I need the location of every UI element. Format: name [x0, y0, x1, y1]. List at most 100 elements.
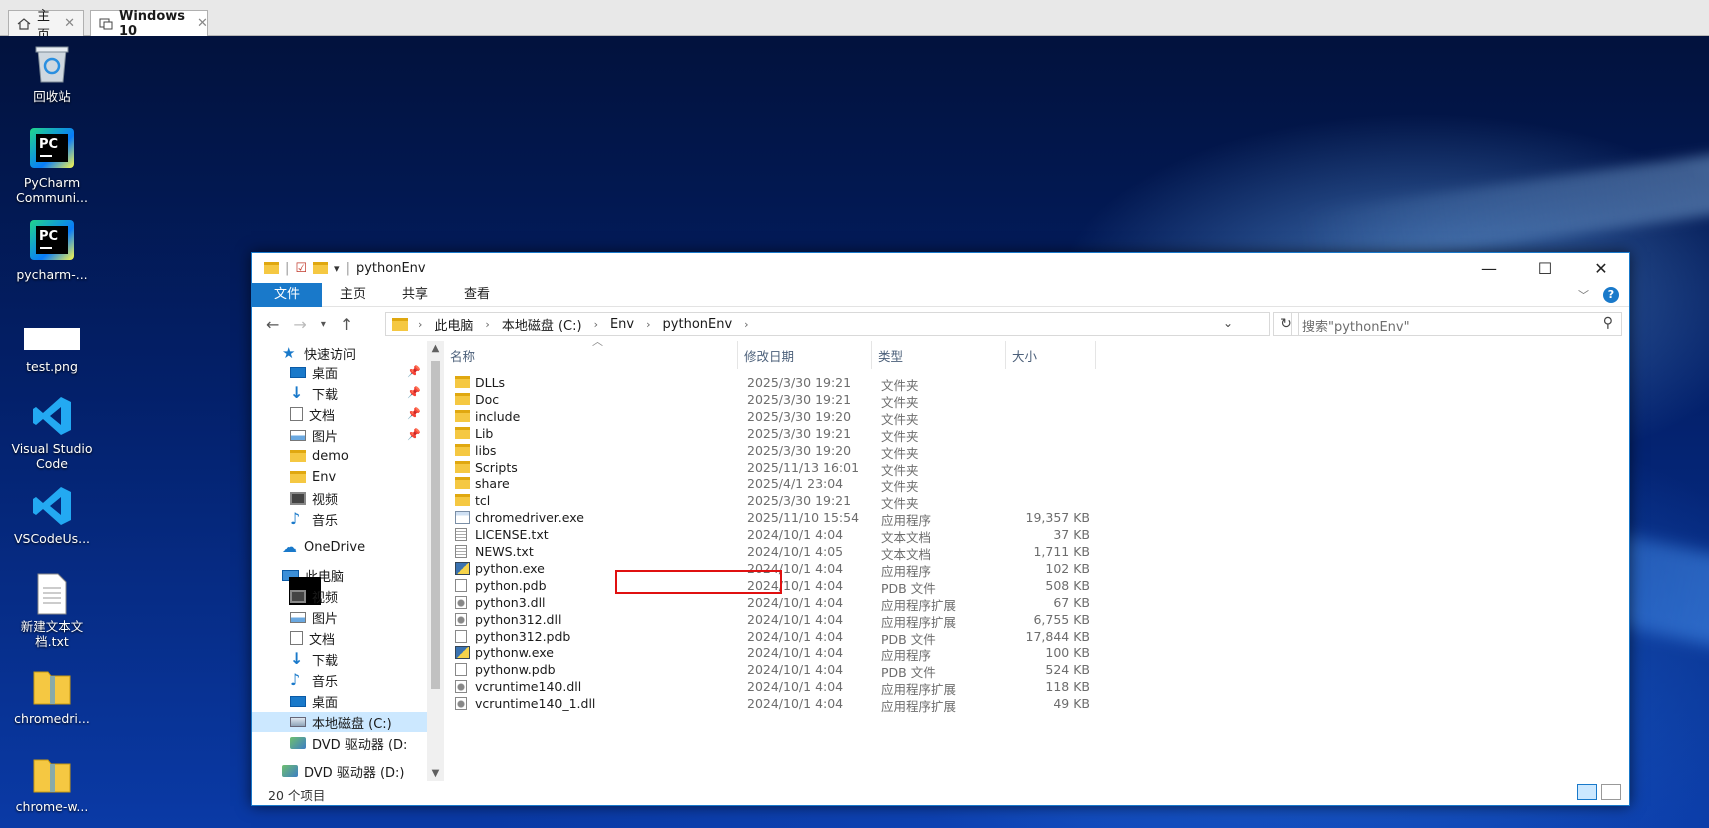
file-row[interactable]: Doc 2025/3/30 19:21 文件夹 — [444, 391, 1630, 410]
pin-icon[interactable]: 📌 — [407, 365, 421, 378]
desktop-icon-chrome-win[interactable]: chrome-w... — [8, 752, 96, 814]
pin-icon[interactable]: 📌 — [407, 407, 421, 420]
close-icon[interactable]: ✕ — [64, 16, 75, 31]
close-icon[interactable]: ✕ — [197, 16, 208, 31]
chevron-right-icon[interactable]: › — [485, 318, 489, 331]
file-row[interactable]: share 2025/4/1 23:04 文件夹 — [444, 475, 1630, 494]
file-row[interactable]: LICENSE.txt 2024/10/1 4:04 文本文档 37 KB — [444, 526, 1630, 545]
minimize-button[interactable]: — — [1461, 253, 1517, 283]
sidebar-item-label: 文档 — [309, 632, 336, 648]
recent-locations-icon[interactable]: ▾ — [321, 319, 326, 330]
sidebar-item-music[interactable]: ♪ 音乐 — [290, 670, 338, 690]
expand-ribbon-icon[interactable]: ﹀ — [1578, 287, 1589, 303]
search-input[interactable]: 搜索"pythonEnv" ⚲ — [1291, 312, 1622, 336]
properties-icon[interactable]: ☑ — [295, 261, 307, 276]
sidebar-item-dvd-drive[interactable]: DVD 驱动器 (D:) — [282, 761, 404, 781]
column-header-size[interactable]: 大小 — [1006, 341, 1096, 369]
desktop-icon-vscode-user[interactable]: VSCodeUs... — [8, 484, 96, 546]
desktop-icon-label: chromedri... — [14, 711, 90, 726]
sidebar-item-documents[interactable]: 文档 — [290, 404, 335, 424]
file-date: 2024/10/1 4:04 — [747, 628, 844, 644]
address-bar[interactable]: › 此电脑 › 本地磁盘 (C:) › Env › pythonEnv › ⌄ … — [385, 312, 1299, 336]
pin-icon[interactable]: 📌 — [407, 428, 421, 441]
sidebar-item-desktop[interactable]: 桌面 — [290, 691, 338, 711]
file-row[interactable]: vcruntime140.dll 2024/10/1 4:04 应用程序扩展 118 … — [444, 678, 1630, 697]
sidebar-item-videos[interactable]: 视频 — [290, 488, 338, 508]
sidebar-item-quick-access[interactable]: ★ 快速访问 — [282, 343, 356, 363]
desktop-icon-new-text[interactable]: 新建文本文档.txt — [8, 572, 96, 649]
breadcrumb-item[interactable]: pythonEnv — [663, 317, 733, 332]
file-row[interactable]: include 2025/3/30 19:20 文件夹 — [444, 408, 1630, 427]
forward-arrow-icon[interactable]: → — [293, 315, 306, 334]
sidebar-item-pictures[interactable]: 图片 — [290, 425, 338, 445]
file-row[interactable]: NEWS.txt 2024/10/1 4:05 文本文档 1,711 KB — [444, 543, 1630, 562]
tab-share[interactable]: 共享 — [384, 283, 446, 307]
desktop-icon-chromedriver[interactable]: chromedri... — [8, 664, 96, 726]
scrollbar-thumb[interactable] — [431, 361, 440, 689]
sidebar-item-music[interactable]: ♪ 音乐 — [290, 509, 338, 529]
chevron-right-icon[interactable]: › — [594, 318, 598, 331]
scroll-up-icon[interactable]: ▲ — [427, 343, 444, 354]
back-arrow-icon[interactable]: ← — [266, 315, 279, 334]
file-row[interactable]: pythonw.exe 2024/10/1 4:04 应用程序 100 KB — [444, 644, 1630, 663]
file-name: vcruntime140_1.dll — [475, 696, 596, 712]
column-header-type[interactable]: 类型 — [872, 341, 1006, 369]
desktop-icon-vscode[interactable]: Visual Studio Code — [8, 394, 96, 471]
sidebar-item-local-disk-c[interactable]: 本地磁盘 (C:) — [252, 712, 427, 732]
sidebar-item-onedrive[interactable]: ☁ OneDrive — [282, 537, 365, 557]
sidebar-item-env[interactable]: Env — [290, 467, 336, 487]
sidebar-item-videos[interactable]: 视频 — [290, 586, 338, 606]
chevron-right-icon[interactable]: › — [646, 318, 650, 331]
customize-toolbar-icon[interactable]: ▾ — [334, 262, 340, 275]
column-header-name[interactable]: ︿ 名称 — [444, 335, 738, 369]
sidebar-scrollbar[interactable]: ▲ ▼ — [427, 341, 444, 781]
chevron-right-icon[interactable]: › — [744, 318, 748, 331]
host-tab-home[interactable]: 主页 ✕ — [8, 9, 84, 43]
sidebar-item-demo[interactable]: demo — [290, 446, 349, 466]
close-button[interactable]: ✕ — [1573, 253, 1629, 283]
pin-icon[interactable]: 📌 — [407, 386, 421, 399]
chevron-right-icon[interactable]: › — [418, 318, 422, 331]
host-tab-windows10[interactable]: Windows 10 ✕ — [90, 9, 208, 39]
title-bar[interactable]: | ☑ ▾ | pythonEnv — ☐ ✕ — [252, 253, 1629, 283]
tab-file[interactable]: 文件 — [252, 282, 323, 307]
file-row[interactable]: python312.dll 2024/10/1 4:04 应用程序扩展 6,755 K… — [444, 611, 1630, 630]
sidebar-item-documents[interactable]: 文档 — [290, 628, 335, 648]
chevron-down-icon[interactable]: ⌄ — [1223, 316, 1233, 330]
file-row[interactable]: tcl 2025/3/30 19:21 文件夹 — [444, 492, 1630, 511]
file-row[interactable]: python3.dll 2024/10/1 4:04 应用程序扩展 67 KB — [444, 594, 1630, 613]
details-view-button[interactable] — [1577, 784, 1597, 800]
breadcrumb-item[interactable]: 本地磁盘 (C:) — [502, 315, 582, 334]
up-arrow-icon[interactable]: ↑ — [340, 315, 353, 334]
sidebar-item-downloads[interactable]: ↓ 下载 — [290, 649, 338, 669]
file-row[interactable]: DLLs 2025/3/30 19:21 文件夹 — [444, 374, 1630, 393]
new-folder-icon[interactable] — [313, 262, 329, 274]
tab-view[interactable]: 查看 — [446, 283, 508, 307]
column-header-date[interactable]: 修改日期 — [738, 341, 872, 369]
file-row[interactable]: Lib 2025/3/30 19:21 文件夹 — [444, 425, 1630, 444]
breadcrumb-item[interactable]: Env — [610, 317, 634, 332]
file-row[interactable]: Scripts 2025/11/13 16:01 文件夹 — [444, 459, 1630, 478]
desktop-icon-pycharm-installer[interactable]: PC pycharm-... — [8, 220, 96, 282]
sidebar-item-downloads[interactable]: ↓ 下载 — [290, 383, 338, 403]
scroll-down-icon[interactable]: ▼ — [427, 768, 444, 779]
sidebar-item-desktop[interactable]: 桌面 — [290, 362, 338, 382]
file-list: ︿ 名称 修改日期 类型 大小 DLLs 2025/3/30 19:21 文件夹 Do… — [444, 335, 1630, 781]
file-row[interactable]: libs 2025/3/30 19:20 文件夹 — [444, 442, 1630, 461]
large-icons-view-button[interactable] — [1601, 784, 1621, 800]
file-row[interactable]: python312.pdb 2024/10/1 4:04 PDB 文件 17,844 … — [444, 628, 1630, 647]
file-row[interactable]: vcruntime140_1.dll 2024/10/1 4:04 应用程序扩展 49… — [444, 695, 1630, 714]
file-row[interactable]: pythonw.pdb 2024/10/1 4:04 PDB 文件 524 KB — [444, 661, 1630, 680]
tab-home[interactable]: 主页 — [322, 283, 384, 307]
video-icon — [290, 589, 306, 603]
sidebar-item-this-pc[interactable]: 此电脑 — [282, 565, 344, 605]
help-icon[interactable]: ? — [1603, 287, 1619, 303]
sidebar-item-dvd-drive[interactable]: DVD 驱动器 (D: — [290, 733, 407, 753]
desktop-icon-pycharm[interactable]: PC PyCharm Communi... — [8, 128, 96, 205]
maximize-button[interactable]: ☐ — [1517, 253, 1573, 283]
breadcrumb-item[interactable]: 此电脑 — [434, 315, 473, 334]
file-row[interactable]: chromedriver.exe 2025/11/10 15:54 应用程序 19,3… — [444, 509, 1630, 528]
sidebar-item-pictures[interactable]: 图片 — [290, 607, 338, 627]
desktop-icon-test-png[interactable]: test.png — [8, 318, 96, 374]
desktop-icon-recycle-bin[interactable]: 回收站 — [8, 42, 96, 104]
